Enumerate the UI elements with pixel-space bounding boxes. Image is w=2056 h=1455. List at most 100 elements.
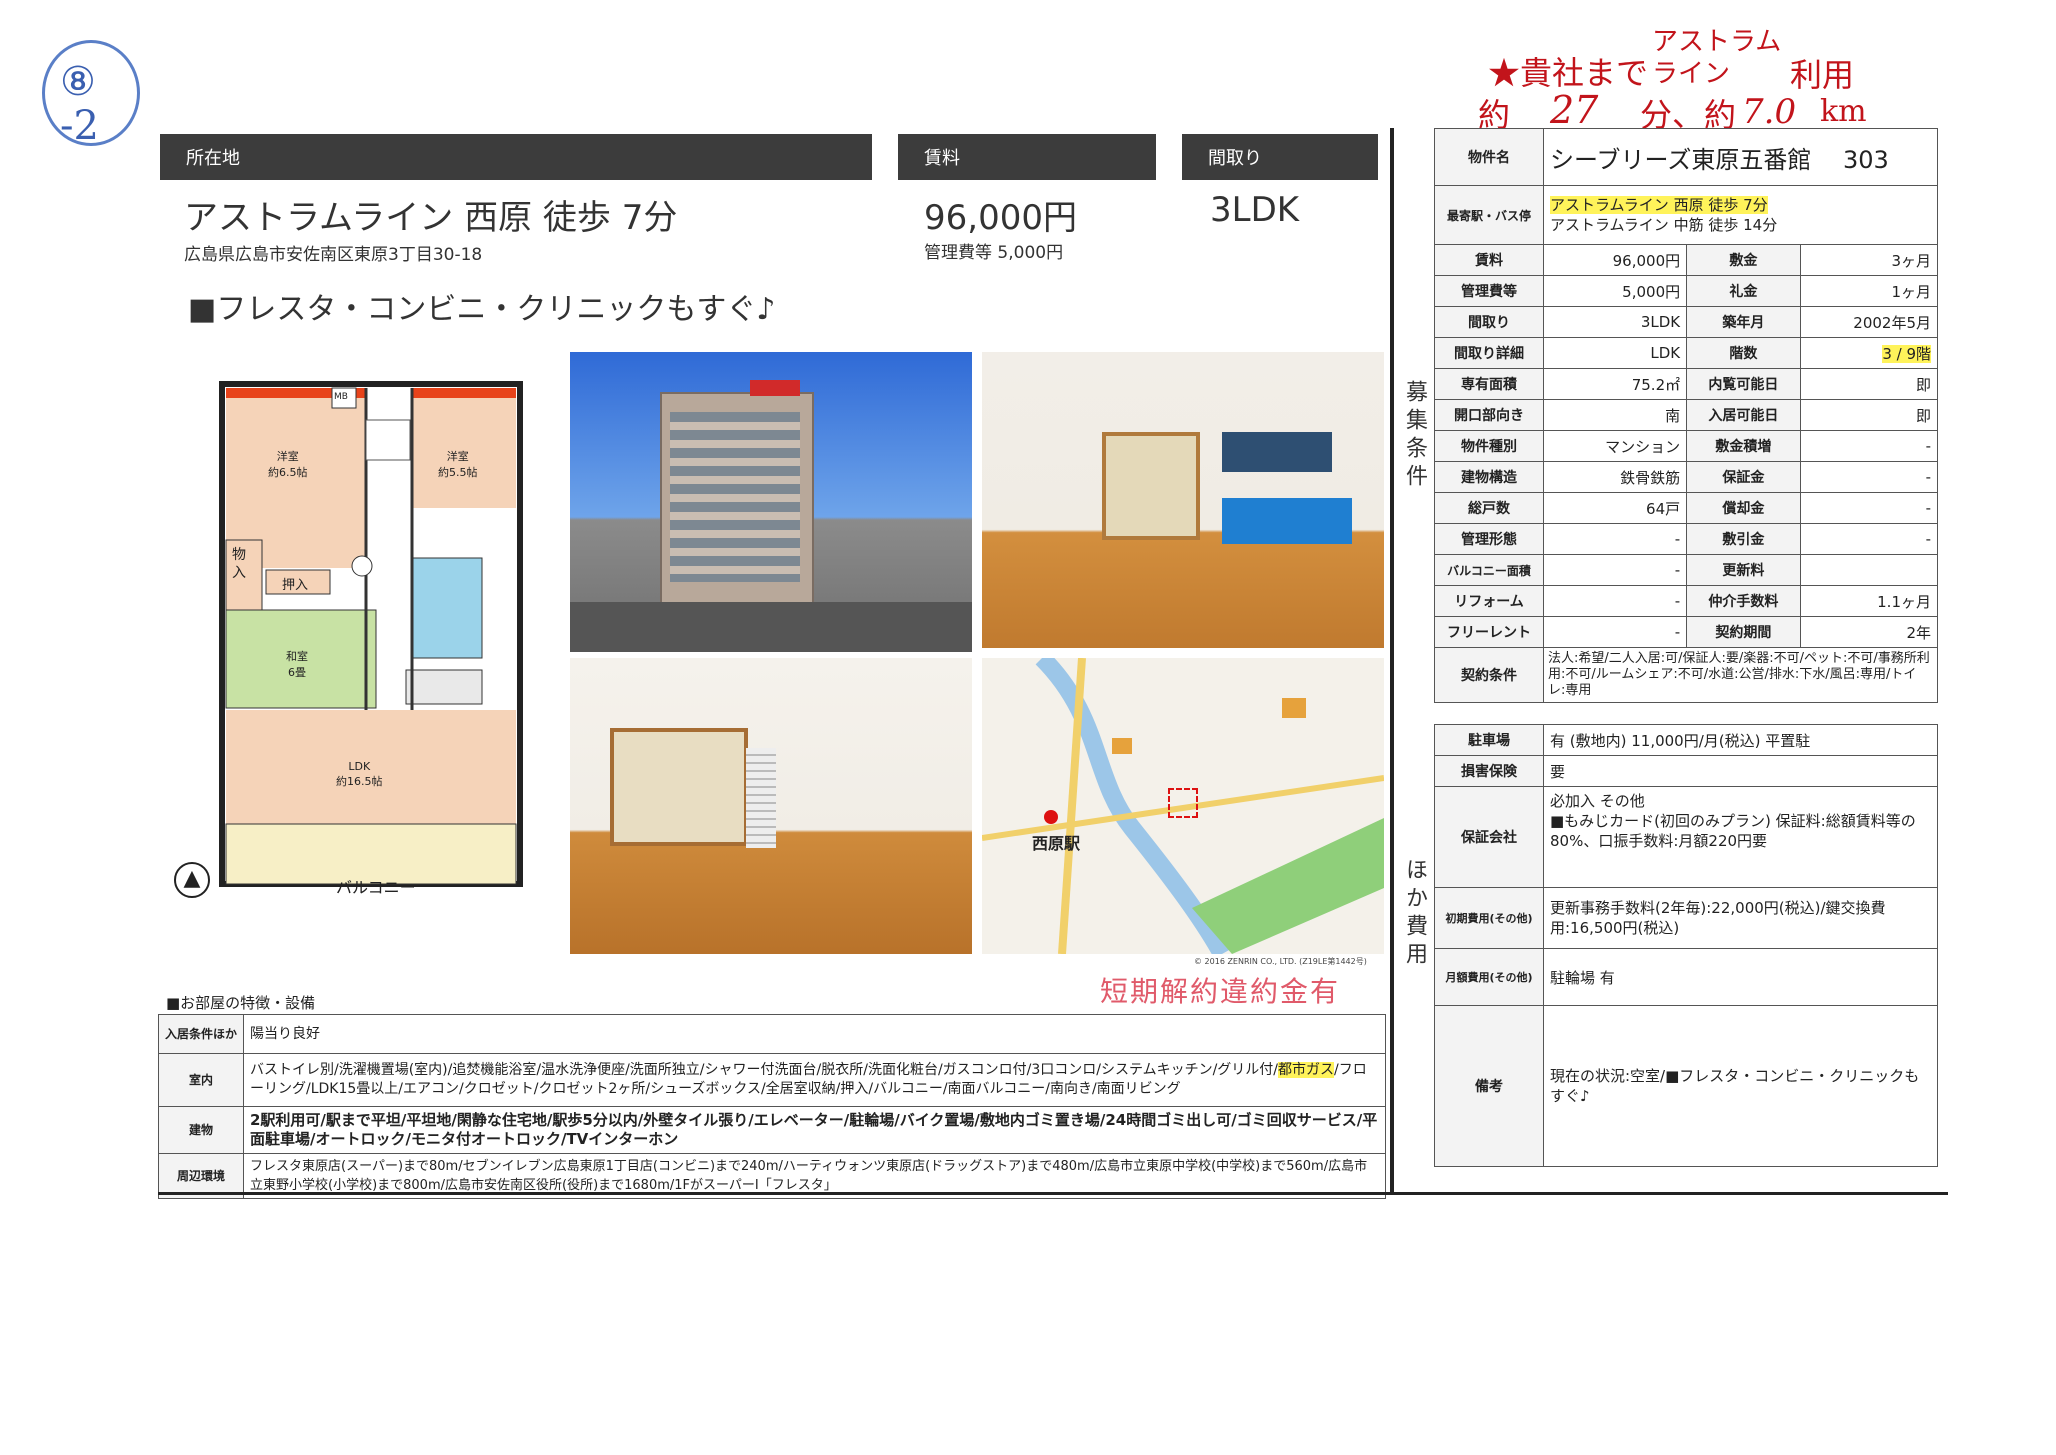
rent-header: 賃料 [898,134,1156,180]
feature-label: 入居条件ほか [158,1014,244,1054]
spec-label: 駐車場 [1434,724,1544,756]
spec-label: バルコニー面積 [1434,554,1544,586]
spec-label: 間取り詳細 [1434,337,1544,369]
spec-value: - [1542,585,1688,617]
spec-value: - [1542,523,1688,555]
map-copyright: © 2016 ZENRIN CO., LTD. (Z19LE第1442号) [1194,957,1367,966]
feature-value: バストイレ別/洗濯機置場(室内)/追焚機能浴室/温水洗浄便座/洗面所独立/シャワ… [243,1053,1386,1107]
spec-label: 専有面積 [1434,368,1544,400]
table-row: バルコニー面積 - 更新料 [1434,554,1939,586]
station-title: アストラムライン 西原 徒歩 7分 [184,198,678,238]
table-row: 建物 2駅利用可/駅まで平坦/平坦地/閑静な住宅地/駅歩5分以内/外壁タイル張り… [158,1106,1386,1154]
spec-label: 総戸数 [1434,492,1544,524]
station-marker-icon [1044,810,1058,824]
spec-value: 1ヶ月 [1799,275,1939,307]
spec-label: 管理形態 [1434,523,1544,555]
layout-label: 間取り [1208,148,1262,169]
spec-value: 3 / 9階 [1799,337,1939,369]
spec-label: 契約期間 [1686,616,1801,648]
map-target-icon [1168,788,1198,818]
spec-value: - [1799,461,1939,493]
table-row: 初期費用(その他) 更新事務手数料(2年毎):22,000円(税込)/鍵交換費用… [1434,887,1938,949]
room-western-1: 洋室 約6.5帖 [268,450,308,479]
feature-label: 建物 [158,1106,244,1154]
closet-2: 押入 [282,578,309,593]
spec-panel-border [1390,128,1394,1194]
table-row: 物件種別 マンション 敷金積増 - [1434,430,1939,462]
spec-value: 3LDK [1542,306,1688,338]
table-row: 賃料 96,000円 敷金 3ヶ月 [1434,244,1939,276]
spec-label: 物件種別 [1434,430,1544,462]
features-title: ■お部屋の特徴・設備 [166,994,316,1012]
spec-label: リフォーム [1434,585,1544,617]
location-label: 所在地 [186,148,240,169]
spec-label: 月額費用(その他) [1434,948,1544,1006]
handwritten-note-use: 利用 [1790,56,1855,94]
handwritten-number-text: ⑧ -2 [60,59,99,149]
table-row: 間取り 3LDK 築年月 2002年5月 [1434,306,1939,338]
spec-label: 内覧可能日 [1686,368,1801,400]
spec-value: 1.1ヶ月 [1799,585,1939,617]
handwritten-note-2d: 7.0 [1742,92,1797,132]
handwritten-note-2b: 27 [1550,88,1599,132]
spec-value: - [1542,554,1688,586]
area-map: 西原駅 [982,658,1384,954]
station-1: アストラムライン 西原 徒歩 7分 [1550,196,1768,214]
table-row: 管理費等 5,000円 礼金 1ヶ月 [1434,275,1939,307]
stamp: 短期解約違約金有 [1100,975,1341,1008]
spec-label: 契約条件 [1434,647,1544,703]
handwritten-note-line: アストラム ライン [1652,27,1782,89]
spec-label: 償却金 [1686,492,1801,524]
insurance-value: 要 [1543,755,1938,787]
spec-label: 敷金 [1686,244,1801,276]
contract-conditions: 法人:希望/二人入居:可/保証人:要/楽器:不可/ペット:不可/事務所利用:不可… [1543,647,1938,703]
handwritten-note-2e: km [1820,94,1867,129]
spec-label: 敷金積増 [1686,430,1801,462]
guarantor-value: 必加入 その他 ■もみじカード(初回のみプラン) 保証料:総額賃料等の80%、口… [1543,786,1938,888]
spec-label: 保証金 [1686,461,1801,493]
spec-value [1799,554,1939,586]
table-row: 室内 バストイレ別/洗濯機置場(室内)/追焚機能浴室/温水洗浄便座/洗面所独立/… [158,1053,1386,1107]
table-row: 損害保険 要 [1434,755,1938,787]
spec-label: 開口部向き [1434,399,1544,431]
rent-value: 96,000円 [924,198,1077,238]
table-row: 契約条件 法人:希望/二人入居:可/保証人:要/楽器:不可/ペット:不可/事務所… [1434,647,1938,703]
table-row: 専有面積 75.2㎡ 内覧可能日即 [1434,368,1939,400]
highlight: 3 / 9階 [1882,344,1931,363]
spec-value: マンション [1542,430,1688,462]
spec-label: 敷引金 [1686,523,1801,555]
mb-label: MB [334,392,348,402]
spec-label: フリーレント [1434,616,1544,648]
spec-value: - [1799,492,1939,524]
other-costs-table: 駐車場 有 (敷地内) 11,000円/月(税込) 平置駐 損害保険 要 保証会… [1434,724,1938,1167]
rent-label: 賃料 [924,148,960,169]
side-label-recruit: 募集条件 [1402,380,1427,492]
table-row: 駐車場 有 (敷地内) 11,000円/月(税込) 平置駐 [1434,724,1938,756]
spec-value: 即 [1799,399,1939,431]
features-table: 入居条件ほか 陽当り良好 室内 バストイレ別/洗濯機置場(室内)/追焚機能浴室/… [158,1014,1386,1199]
property-name: シーブリーズ東原五番館 303 [1543,128,1938,186]
closet-1: 物 入 [232,547,246,581]
parking-value: 有 (敷地内) 11,000円/月(税込) 平置駐 [1543,724,1938,756]
spec-label: 損害保険 [1434,755,1544,787]
spec-value: - [1799,430,1939,462]
table-row: 開口部向き南入居可能日即 [1434,399,1939,431]
table-row: 建物構造 鉄骨鉄筋 保証金 - [1434,461,1939,493]
spec-label: 入居可能日 [1686,399,1801,431]
feature-label: 室内 [158,1053,244,1107]
layout-value: 3LDK [1210,190,1300,230]
spec-value: 75.2㎡ [1542,368,1688,400]
station-2: アストラムライン 中筋 徒歩 14分 [1550,216,1778,234]
spec-value: 64戸 [1542,492,1688,524]
spec-label: 保証会社 [1434,786,1544,888]
spec-label: 築年月 [1686,306,1801,338]
map-station-label: 西原駅 [1032,834,1081,853]
spec-label: 間取り [1434,306,1544,338]
living-room-photo [982,352,1384,648]
table-row: 保証会社 必加入 その他 ■もみじカード(初回のみプラン) 保証料:総額賃料等の… [1434,786,1938,888]
table-row: リフォーム - 仲介手数料 1.1ヶ月 [1434,585,1939,617]
spec-value: 96,000円 [1542,244,1688,276]
spec-label: 管理費等 [1434,275,1544,307]
spec-label: 賃料 [1434,244,1544,276]
table-row: 間取り詳細 LDK 階数 3 / 9階 [1434,337,1939,369]
